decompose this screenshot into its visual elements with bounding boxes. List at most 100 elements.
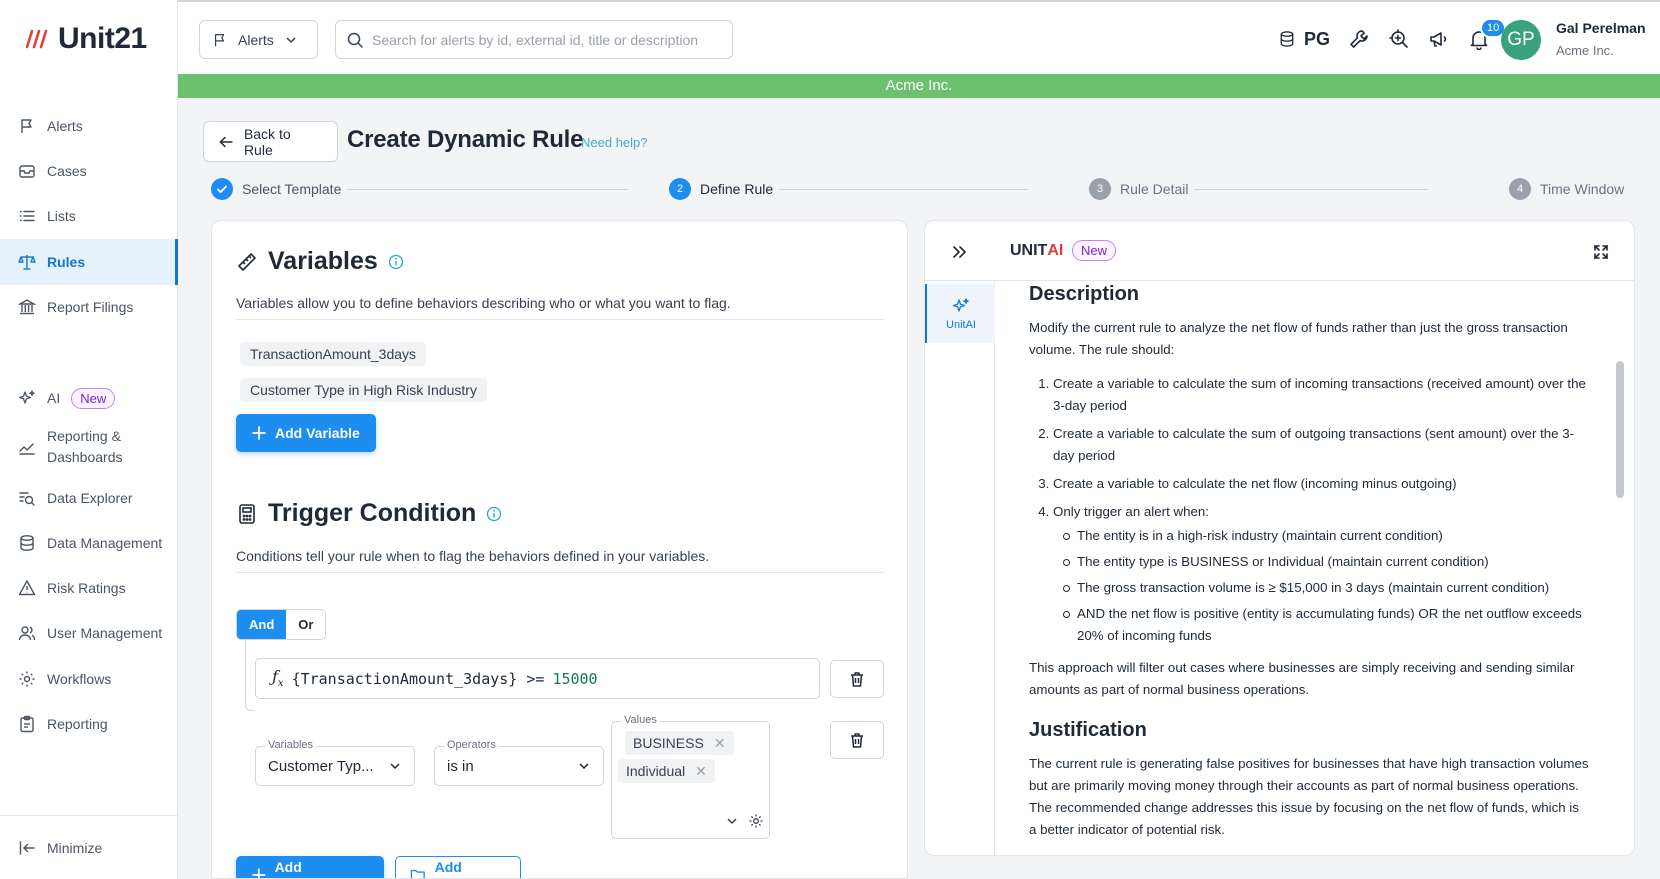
module-select[interactable]: Alerts: [199, 20, 318, 59]
content-scrollbar[interactable]: [1615, 281, 1625, 855]
step-connector: [328, 189, 628, 190]
search-input[interactable]: [372, 31, 712, 48]
step-time-window[interactable]: 4 Time Window: [1503, 178, 1631, 200]
logic-toggle: And Or: [236, 609, 327, 640]
sidebar-item-label: Data Explorer: [47, 490, 133, 506]
sidebar-item-label: Reporting: [47, 716, 108, 732]
sidebar-item-reporting[interactable]: Reporting: [0, 702, 178, 746]
info-icon[interactable]: [486, 506, 502, 522]
sidebar-item-data-explorer[interactable]: Data Explorer: [0, 476, 178, 520]
minimize-sidebar-button[interactable]: Minimize: [0, 826, 178, 870]
environment-button[interactable]: PG: [1278, 29, 1330, 50]
formula-condition[interactable]: ƒx {TransactionAmount_3days} >= 15000: [255, 658, 820, 699]
delete-condition-button[interactable]: [830, 660, 884, 698]
chevron-down-icon[interactable]: [725, 814, 739, 828]
sidebar-item-lists[interactable]: Lists: [0, 194, 178, 238]
avatar[interactable]: GP: [1501, 20, 1541, 60]
add-group-button[interactable]: Add Group: [395, 856, 521, 878]
operator-select[interactable]: is in: [434, 746, 604, 786]
gear-icon[interactable]: [748, 813, 764, 829]
condition-tree-connector: [245, 639, 255, 711]
formula-value: 15000: [552, 669, 598, 688]
unitai-tab[interactable]: UnitAI: [925, 284, 995, 343]
sidebar-item-workflows[interactable]: Workflows: [0, 657, 178, 701]
variable-select[interactable]: Customer Typ...: [255, 746, 415, 786]
sidebar-item-reporting-dashboards[interactable]: Reporting & Dashboards: [0, 420, 178, 474]
megaphone-icon[interactable]: [1428, 28, 1450, 50]
sidebar-item-risk-ratings[interactable]: Risk Ratings: [0, 566, 178, 610]
sidebar-item-label: User Management: [47, 625, 163, 641]
database-icon: [1280, 31, 1294, 47]
values-multiselect[interactable]: BUSINESS ✕ Individual ✕: [611, 721, 770, 839]
formula-expression: {TransactionAmount_3days} >=: [291, 669, 545, 688]
sidebar-item-cases[interactable]: Cases: [0, 149, 178, 193]
search-box[interactable]: [335, 20, 733, 59]
flag-icon: [214, 33, 225, 46]
org-banner: Acme Inc.: [178, 74, 1660, 98]
environment-label: PG: [1304, 28, 1331, 49]
sidebar-item-label: Risk Ratings: [47, 580, 126, 596]
add-variable-button[interactable]: Add Variable: [236, 414, 376, 452]
delete-condition-button[interactable]: [830, 721, 884, 759]
divider: [236, 319, 884, 320]
user-info[interactable]: Gal Perelman Acme Inc.: [1556, 20, 1646, 58]
info-icon[interactable]: [388, 254, 404, 270]
variables-description: Variables allow you to define behaviors …: [236, 295, 731, 311]
sidebar-item-data-management[interactable]: Data Management: [0, 521, 178, 565]
sub-condition-list: The entity is in a high-risk industry (m…: [1053, 525, 1589, 647]
trigger-condition-heading: Trigger Condition: [236, 499, 502, 528]
step-number: 3: [1089, 178, 1111, 200]
variable-chip[interactable]: TransactionAmount_3days: [240, 342, 427, 366]
trash-icon: [851, 672, 863, 687]
ruler-icon: [238, 252, 256, 271]
remove-tag-icon[interactable]: ✕: [695, 763, 707, 780]
chevron-down-icon: [390, 763, 400, 770]
unit21-logo[interactable]: Unit21: [26, 22, 147, 56]
sidebar-item-user-management[interactable]: User Management: [0, 611, 178, 655]
logo-slashes-icon: [26, 29, 48, 49]
logic-and-button[interactable]: And: [237, 610, 287, 639]
list-icon: [19, 210, 35, 222]
add-condition-button[interactable]: Add Condition: [236, 856, 384, 878]
sidebar-item-label-group: Reporting & Dashboards: [47, 426, 123, 468]
value-tag: BUSINESS ✕: [625, 731, 734, 755]
chevron-down-icon: [579, 763, 589, 770]
sidebar-item-ai[interactable]: AI New: [0, 376, 178, 420]
expand-icon[interactable]: [1593, 244, 1609, 260]
sub-condition: The entity type is BUSINESS or Individua…: [1063, 551, 1589, 573]
wrench-icon[interactable]: [1348, 28, 1370, 50]
logic-or-button[interactable]: Or: [286, 610, 326, 639]
remove-tag-icon[interactable]: ✕: [714, 735, 726, 752]
description-intro: Modify the current rule to analyze the n…: [1029, 320, 1568, 357]
trash-icon: [851, 733, 863, 748]
workflow-icon: [19, 671, 35, 687]
description-heading: Description: [1029, 283, 1140, 305]
brand-prefix: UNIT: [1010, 242, 1048, 259]
scrollbar-thumb[interactable]: [1616, 361, 1624, 498]
need-help-link[interactable]: Need help?: [581, 135, 648, 150]
page-title: Create Dynamic Rule: [347, 126, 584, 153]
clipboard-icon: [20, 715, 34, 733]
sidebar-item-alerts[interactable]: Alerts: [0, 104, 178, 148]
step-connector: [738, 189, 1028, 190]
back-to-rule-button[interactable]: Back to Rule: [203, 121, 338, 162]
step-define-rule[interactable]: 2 Define Rule: [663, 178, 780, 200]
plus-icon: [252, 868, 266, 878]
step-rule-detail[interactable]: 3 Rule Detail: [1083, 178, 1195, 200]
sidebar-item-label: Workflows: [47, 671, 112, 687]
minimize-label: Minimize: [47, 840, 103, 856]
zoom-search-icon[interactable]: [1388, 28, 1410, 50]
plus-icon: [252, 426, 266, 440]
brand-suffix: AI: [1047, 242, 1064, 259]
step-select-template[interactable]: Select Template: [211, 178, 348, 200]
recommendation-steps: Create a variable to calculate the sum o…: [1029, 373, 1589, 647]
sidebar-item-rules[interactable]: Rules: [0, 239, 178, 285]
notifications-button[interactable]: 10: [1468, 18, 1507, 50]
sidebar-item-report-filings[interactable]: Report Filings: [0, 285, 178, 329]
double-chevron-right-icon[interactable]: [951, 244, 967, 260]
variable-chip[interactable]: Customer Type in High Risk Industry: [240, 378, 487, 402]
flag-icon: [21, 119, 32, 133]
value-tag-label: BUSINESS: [633, 735, 704, 751]
sidebar: Unit21 Alerts Cases Lists Rules Report F…: [0, 0, 178, 879]
divider: [236, 572, 884, 573]
